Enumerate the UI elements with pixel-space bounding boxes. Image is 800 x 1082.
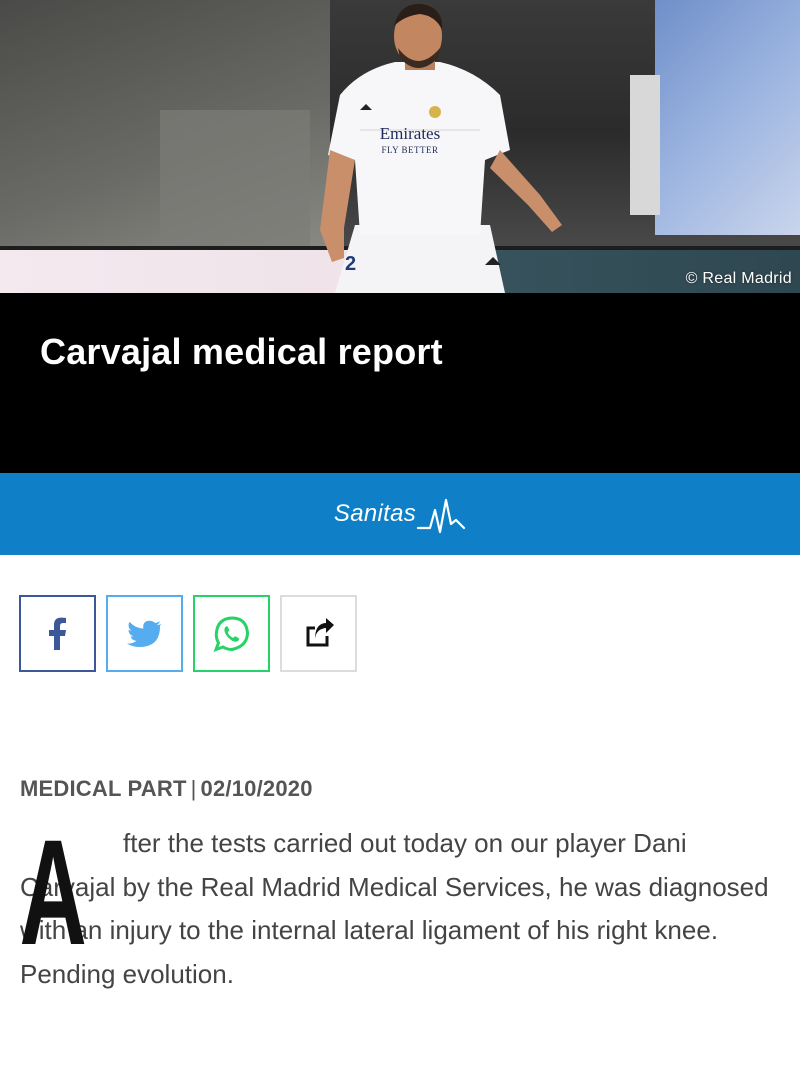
share-bar bbox=[0, 555, 800, 672]
article-date: 02/10/2020 bbox=[200, 776, 313, 801]
stadium-wall bbox=[160, 110, 310, 250]
sponsor-bar[interactable]: Sanitas bbox=[0, 473, 800, 555]
shirt-sponsor: Emirates bbox=[379, 124, 441, 143]
stadium-banner bbox=[630, 0, 800, 235]
article-category: MEDICAL PART bbox=[20, 776, 187, 801]
article-paragraph: fter the tests carried out today on our … bbox=[20, 828, 769, 989]
drop-cap: A bbox=[19, 808, 87, 976]
whatsapp-icon bbox=[212, 615, 249, 652]
facebook-share-button[interactable] bbox=[19, 595, 96, 672]
heartbeat-icon bbox=[416, 498, 466, 534]
facebook-icon bbox=[48, 617, 66, 650]
player-figure: 2 Emirates FLY BETTER bbox=[300, 0, 570, 293]
sponsor-logo: Sanitas bbox=[334, 494, 466, 534]
twitter-share-button[interactable] bbox=[106, 595, 183, 672]
meta-separator: | bbox=[190, 776, 197, 801]
svg-text:2: 2 bbox=[345, 253, 356, 275]
shirt-sponsor-tagline: FLY BETTER bbox=[381, 145, 439, 155]
share-more-button[interactable] bbox=[280, 595, 357, 672]
hero-photo: 2 Emirates FLY BETTER © Real Madrid bbox=[0, 0, 800, 293]
twitter-icon bbox=[126, 620, 161, 647]
title-bar: Carvajal medical report bbox=[0, 293, 800, 473]
article-body: A fter the tests carried out today on ou… bbox=[0, 808, 800, 996]
share-icon bbox=[306, 617, 334, 646]
photo-credit: © Real Madrid bbox=[685, 270, 792, 287]
sponsor-name: Sanitas bbox=[333, 500, 417, 527]
whatsapp-share-button[interactable] bbox=[193, 595, 270, 672]
article-meta: MEDICAL PART | 02/10/2020 bbox=[20, 776, 800, 802]
page-title: Carvajal medical report bbox=[40, 331, 443, 372]
